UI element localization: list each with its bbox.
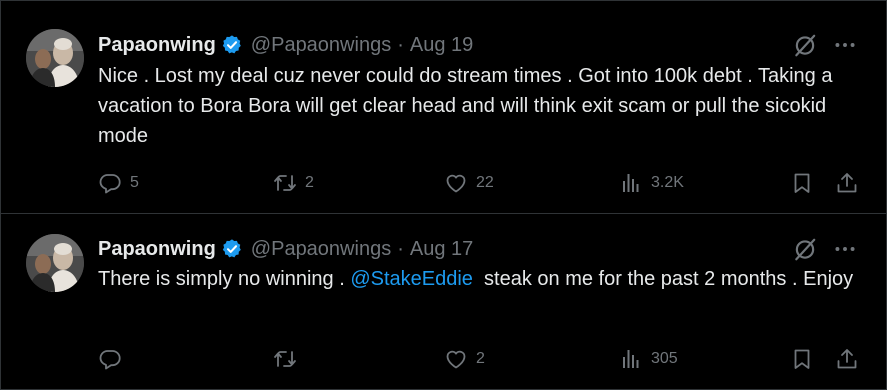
bookmark-icon (794, 349, 810, 369)
bookmark-button[interactable] (790, 168, 814, 198)
tweet-actions: 5 2 22 3.2K (98, 168, 858, 198)
tweet-top-actions (792, 236, 858, 262)
reply-icon (99, 350, 121, 370)
views-button[interactable]: 305 (619, 344, 678, 374)
retweet-button[interactable] (273, 344, 305, 374)
retweet-icon (274, 351, 296, 367)
more-dots-icon[interactable] (832, 236, 858, 262)
share-icon (837, 173, 857, 193)
author-name[interactable]: Papaonwing (98, 34, 216, 57)
views-bar-chart-icon (623, 174, 639, 192)
retweet-count: 2 (305, 174, 314, 191)
like-button[interactable]: 22 (444, 168, 494, 198)
like-count: 2 (476, 350, 485, 367)
author-name[interactable]: Papaonwing (98, 238, 216, 261)
grok-icon[interactable] (792, 32, 818, 58)
reply-icon (99, 174, 121, 194)
bookmark-icon (794, 173, 810, 193)
reply-count: 5 (130, 174, 139, 191)
mention-link[interactable]: @StakeEddie (350, 268, 473, 290)
author-handle[interactable]: @Papaonwings (251, 238, 391, 261)
tweet-text-start: There is simply no winning . (98, 268, 351, 290)
view-count: 305 (651, 350, 678, 367)
grok-icon[interactable] (792, 236, 818, 262)
verified-badge-icon (221, 34, 242, 55)
tweet-header: Papaonwing @Papaonwings · Aug 19 (98, 31, 473, 59)
separator-dot: · (397, 237, 404, 260)
tweet-text: There is simply no winning . @StakeEddie… (98, 264, 858, 294)
reply-button[interactable] (98, 344, 130, 374)
tweet-feed: Papaonwing @Papaonwings · Aug 19 Nice . … (0, 0, 887, 390)
tweet[interactable]: Papaonwing @Papaonwings · Aug 17 There i… (1, 214, 886, 389)
retweet-icon (274, 175, 296, 191)
tweet-date[interactable]: Aug 17 (410, 238, 473, 261)
more-dots-icon[interactable] (832, 32, 858, 58)
heart-icon (446, 350, 466, 369)
bookmark-button[interactable] (790, 344, 814, 374)
view-count: 3.2K (651, 174, 684, 191)
tweet-date[interactable]: Aug 19 (410, 34, 473, 57)
retweet-button[interactable]: 2 (273, 168, 314, 198)
views-button[interactable]: 3.2K (619, 168, 684, 198)
separator-dot: · (397, 33, 404, 56)
views-bar-chart-icon (623, 350, 639, 368)
tweet-actions: 2 305 (98, 344, 858, 374)
verified-badge-icon (221, 238, 242, 259)
avatar[interactable] (26, 29, 84, 87)
tweet-header: Papaonwing @Papaonwings · Aug 17 (98, 235, 473, 263)
author-handle[interactable]: @Papaonwings (251, 34, 391, 57)
like-count: 22 (476, 174, 494, 191)
share-button[interactable] (835, 168, 859, 198)
heart-icon (446, 174, 466, 193)
avatar[interactable] (26, 234, 84, 292)
share-icon (837, 349, 857, 369)
tweet-top-actions (792, 32, 858, 58)
share-button[interactable] (835, 344, 859, 374)
tweet[interactable]: Papaonwing @Papaonwings · Aug 19 Nice . … (1, 1, 886, 214)
tweet-text-end: steak on me for the past 2 months . Enjo… (472, 268, 854, 290)
tweet-text: Nice . Lost my deal cuz never could do s… (98, 65, 833, 147)
like-button[interactable]: 2 (444, 344, 485, 374)
reply-button[interactable]: 5 (98, 168, 139, 198)
